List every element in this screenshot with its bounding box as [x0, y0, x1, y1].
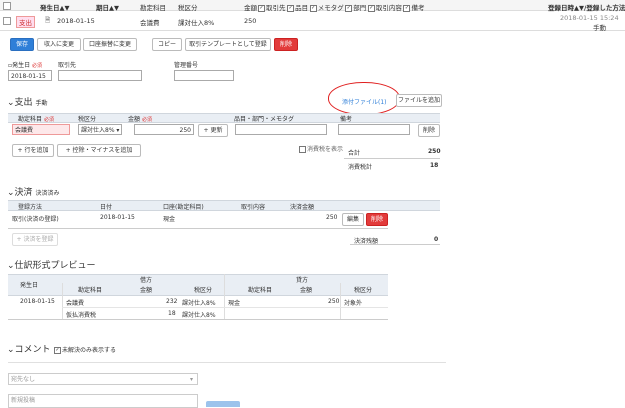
- debit-header: 借方: [140, 277, 153, 284]
- record-tax: 課対仕入8%: [178, 19, 215, 27]
- note-input[interactable]: [338, 124, 410, 135]
- col-note: 備考: [340, 116, 353, 123]
- change-to-income-button[interactable]: 収入に変更: [37, 38, 81, 51]
- preview-row-d-amount: 232: [166, 298, 178, 305]
- settlement-table-header: [8, 200, 440, 211]
- preview-section-title[interactable]: ⌄仕訳形式プレビュー: [7, 258, 96, 271]
- mgmt-label: 管理番号: [174, 62, 199, 69]
- expense-table-header: [8, 113, 440, 123]
- total-label: 合計: [348, 150, 361, 157]
- file-icon: 🗎: [45, 16, 51, 24]
- show-tax-checkbox[interactable]: 消費税を表示: [299, 144, 343, 153]
- new-comment-input[interactable]: 新規投稿: [8, 394, 198, 408]
- col-debit-tax: 税区分: [194, 287, 213, 294]
- col-preview-date: 発生日: [20, 282, 39, 289]
- date-label: ▫発生日 必須: [8, 62, 43, 69]
- settle-delete-button[interactable]: 削除: [366, 213, 388, 226]
- settle-account: 現金: [163, 216, 176, 223]
- credit-header: 貸方: [296, 277, 309, 284]
- add-row-button[interactable]: + 行を追加: [12, 144, 54, 157]
- settlement-section-title[interactable]: ⌄決済 決済済み: [7, 185, 59, 198]
- col-method: 登録方法: [18, 204, 43, 211]
- col-debit-amount: 金額: [140, 287, 153, 294]
- col-settle-account: 口座(勘定科目): [163, 204, 204, 211]
- preview-grid-line: [62, 283, 63, 319]
- add-file-button[interactable]: ファイルを追加: [396, 94, 442, 107]
- divider: [8, 228, 388, 229]
- record-date: 2018-01-15: [57, 17, 95, 25]
- divider: [8, 319, 388, 320]
- total-value: 250: [428, 148, 441, 155]
- col-item: 品目・部門・メモタグ: [234, 116, 295, 123]
- save-button[interactable]: 保存: [10, 38, 34, 51]
- comment-section-title[interactable]: ⌄コメント: [7, 342, 51, 355]
- date-input[interactable]: 2018-01-15: [8, 70, 52, 81]
- partner-label: 取引先: [58, 62, 77, 69]
- account-input[interactable]: 会議費: [12, 124, 70, 135]
- preview-row-d-amount: 18: [168, 310, 176, 317]
- registered-method: 手動: [593, 24, 606, 32]
- type-badge: 支出: [16, 16, 35, 28]
- settle-amount: 250: [326, 214, 338, 221]
- register-template-button[interactable]: 取引テンプレートとして登録: [185, 38, 271, 51]
- col-debit-account: 勘定科目: [78, 287, 103, 294]
- preview-grid-line: [340, 283, 341, 319]
- divider: [8, 362, 446, 363]
- settle-method: 取引(決済の登録): [12, 216, 59, 223]
- delete-button[interactable]: 削除: [274, 38, 298, 51]
- row-delete-button[interactable]: 削除: [418, 124, 440, 137]
- attached-files-link[interactable]: 添付ファイル(1): [342, 97, 387, 106]
- preview-grid-line: [224, 274, 225, 319]
- recipient-select[interactable]: 宛先なし ▾: [8, 373, 198, 385]
- settle-edit-button[interactable]: 編集: [342, 213, 364, 226]
- register-settlement-button[interactable]: + 決済を登録: [12, 233, 58, 246]
- record-account: 会議費: [140, 19, 160, 27]
- row-checkbox[interactable]: [3, 17, 13, 25]
- preview-row-c-account: 現金: [228, 300, 241, 307]
- expense-section-title[interactable]: ⌄支出 手動: [7, 95, 47, 108]
- divider: [62, 307, 388, 308]
- col-amount: 金額 必須: [128, 116, 152, 123]
- col-content: 取引内容: [241, 204, 266, 211]
- preview-row-c-amount: 250: [328, 298, 340, 305]
- selected-transaction-row[interactable]: 支出 🗎 2018-01-15 会議費 課対仕入8% 250 2018-01-1…: [0, 10, 625, 32]
- col-credit-amount: 金額: [300, 287, 313, 294]
- preview-row-d-account: 仮払消費税: [66, 312, 97, 319]
- copy-button[interactable]: コピー: [152, 38, 182, 51]
- change-to-transfer-button[interactable]: 口座振替に変更: [83, 38, 137, 51]
- preview-row-date: 2018-01-15: [20, 298, 55, 305]
- preview-row-d-tax: 課対仕入8%: [182, 300, 216, 307]
- tax-total-value: 18: [430, 162, 439, 169]
- select-all-checkbox[interactable]: [3, 2, 13, 10]
- col-date: 日付: [100, 204, 113, 211]
- settle-date: 2018-01-15: [100, 214, 135, 221]
- add-deduction-button[interactable]: + 控除・マイナスを追加: [57, 144, 141, 157]
- record-amount: 250: [244, 17, 257, 25]
- col-credit-tax: 税区分: [354, 287, 373, 294]
- col-account: 勘定科目 必須: [18, 116, 54, 123]
- preview-row-d-tax: 課対仕入8%: [182, 312, 216, 319]
- partner-input[interactable]: [58, 70, 142, 81]
- col-credit-account: 勘定科目: [248, 287, 273, 294]
- amount-input[interactable]: 250: [134, 124, 194, 135]
- balance-value: 0: [434, 236, 439, 243]
- col-settle-amount: 決済金額: [290, 204, 315, 211]
- post-comment-button[interactable]: [206, 401, 240, 407]
- mgmt-input[interactable]: [174, 70, 234, 81]
- item-input[interactable]: [235, 124, 327, 135]
- tax-select[interactable]: 課対仕入8% ▾: [78, 124, 122, 135]
- preview-row-c-tax: 対象外: [344, 300, 363, 307]
- preview-row-d-account: 会議費: [66, 300, 85, 307]
- divider: [350, 244, 440, 245]
- col-tax: 税区分: [78, 116, 97, 123]
- unresolved-only-checkbox[interactable]: ✓ 未解決のみ表示する: [54, 345, 116, 354]
- divider: [344, 158, 440, 159]
- update-button[interactable]: + 更新: [198, 124, 228, 137]
- tax-total-label: 消費税計: [348, 164, 373, 171]
- registered-at: 2018-01-15 15:24: [560, 14, 619, 22]
